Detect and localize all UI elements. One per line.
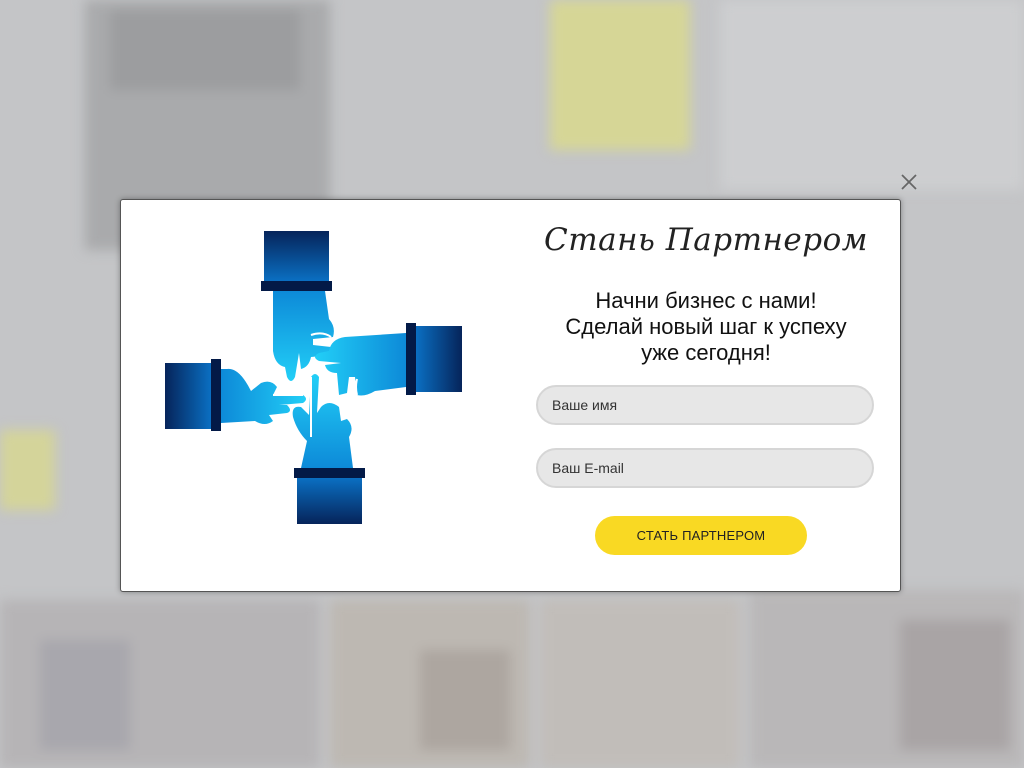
name-input[interactable] xyxy=(536,385,874,425)
partner-popup: Стань Партнером Начни бизнес с нами! Сде… xyxy=(120,199,901,592)
subtitle-line: Начни бизнес с нами! xyxy=(595,288,817,313)
become-partner-button[interactable]: СТАТЬ ПАРТНЕРОМ xyxy=(595,516,807,555)
email-input[interactable] xyxy=(536,448,874,488)
close-icon xyxy=(901,174,917,190)
popup-subtitle: Начни бизнес с нами! Сделай новый шаг к … xyxy=(526,288,886,366)
four-hands-teamwork-icon xyxy=(165,231,462,524)
popup-title: Стань Партнером xyxy=(544,222,868,258)
subtitle-line: Сделай новый шаг к успеху xyxy=(565,314,847,339)
close-button[interactable] xyxy=(897,170,921,194)
subtitle-line: уже сегодня! xyxy=(641,340,771,365)
